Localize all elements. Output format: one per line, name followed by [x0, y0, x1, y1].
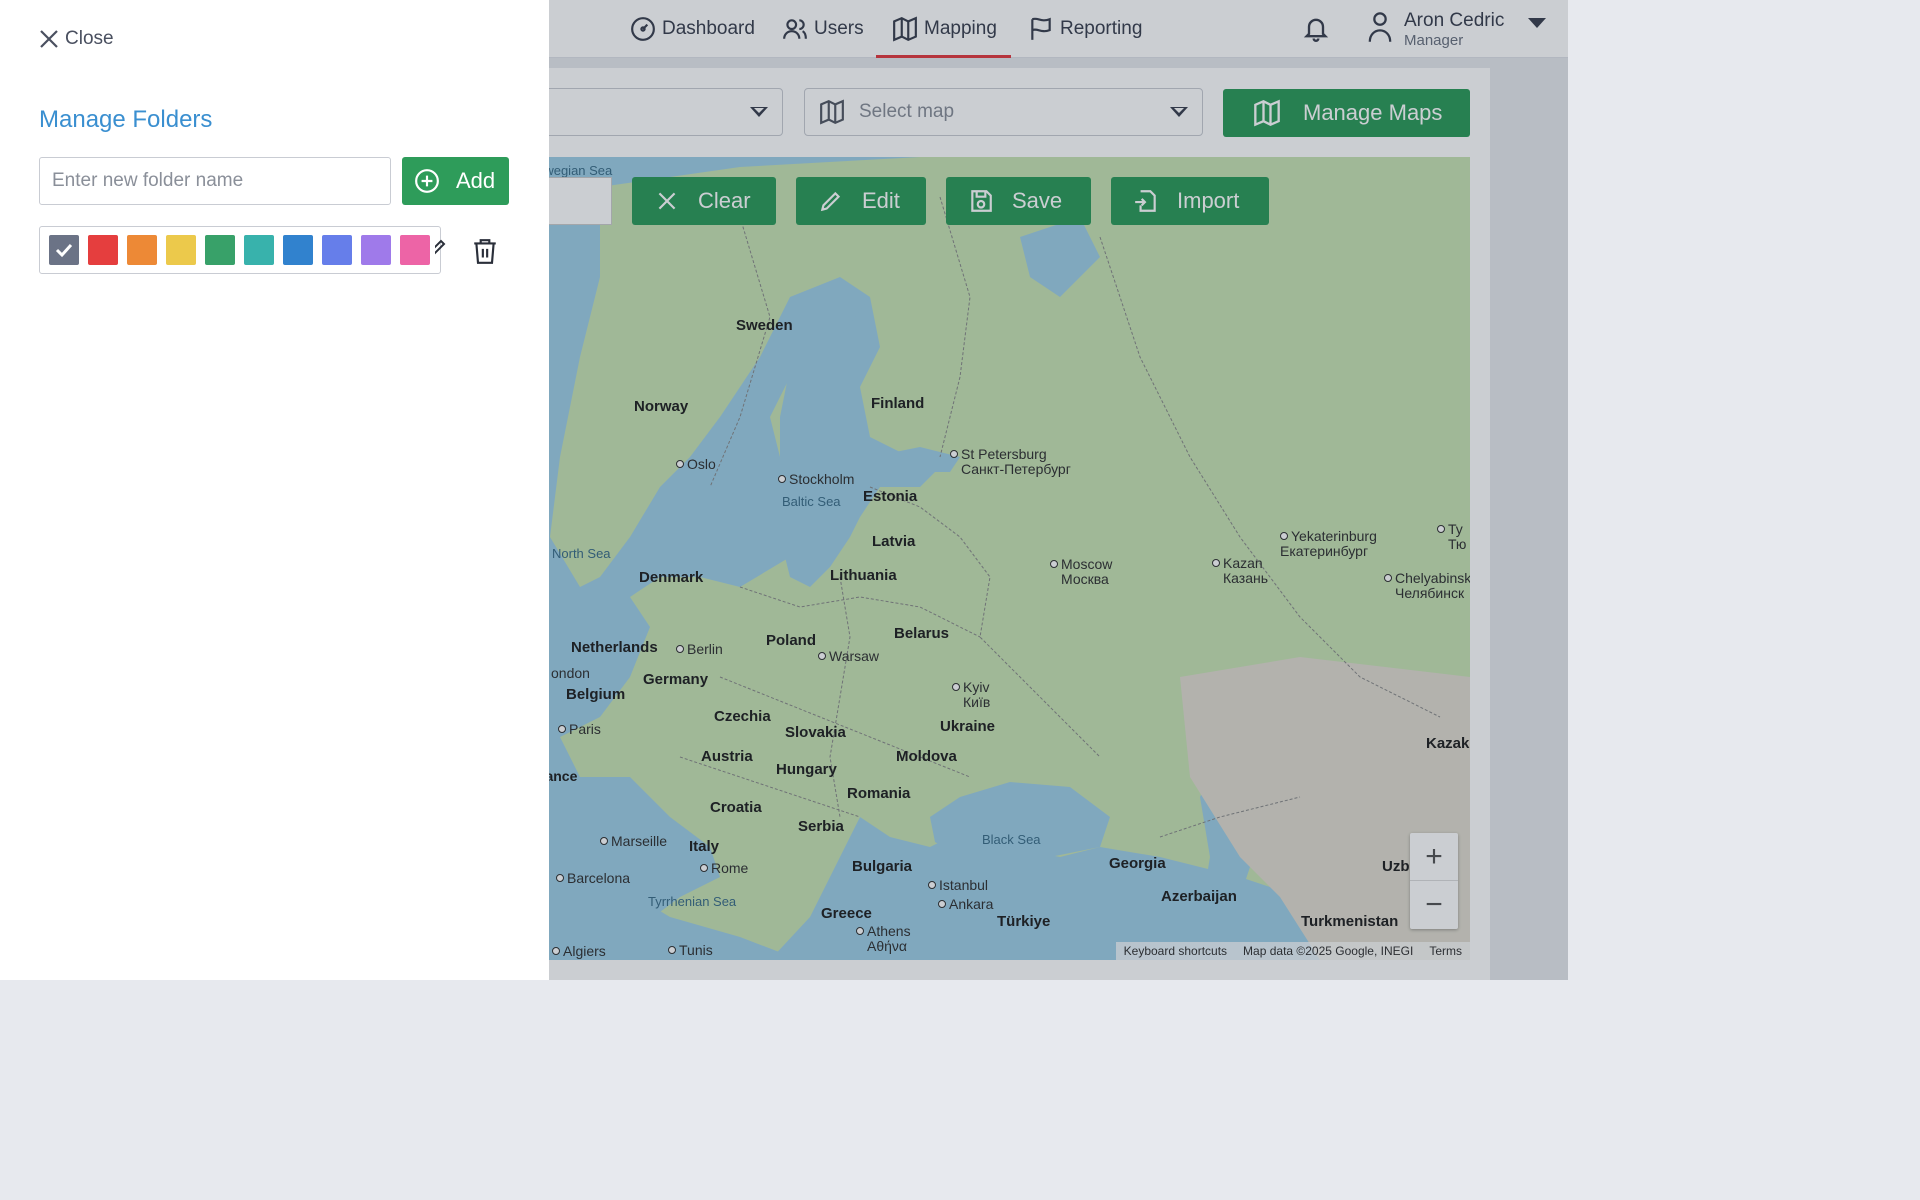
folder-color-picker	[39, 226, 441, 274]
color-swatch[interactable]	[205, 235, 235, 265]
add-folder-button[interactable]: Add	[402, 157, 509, 205]
check-icon	[55, 243, 73, 258]
color-swatch[interactable]	[88, 235, 118, 265]
close-label: Close	[65, 28, 114, 49]
add-label: Add	[456, 168, 496, 193]
plus-circle-icon	[415, 169, 439, 193]
color-swatch[interactable]	[322, 235, 352, 265]
edit-folder-button[interactable]	[435, 236, 449, 260]
color-swatch[interactable]	[244, 235, 274, 265]
folder-name-input[interactable]	[39, 157, 391, 205]
color-swatch[interactable]	[400, 235, 430, 265]
modal-backdrop[interactable]	[549, 0, 1568, 980]
delete-folder-button[interactable]	[472, 237, 498, 265]
close-icon	[40, 30, 58, 48]
color-swatch[interactable]	[166, 235, 196, 265]
color-swatch[interactable]	[283, 235, 313, 265]
color-swatch[interactable]	[361, 235, 391, 265]
color-swatch[interactable]	[49, 235, 79, 265]
manage-folders-drawer: Close Manage Folders Add	[0, 0, 549, 980]
trash-icon	[474, 239, 496, 264]
drawer-title: Manage Folders	[39, 106, 213, 133]
pencil-icon	[435, 239, 446, 255]
color-swatch[interactable]	[127, 235, 157, 265]
close-button[interactable]: Close	[39, 28, 114, 50]
